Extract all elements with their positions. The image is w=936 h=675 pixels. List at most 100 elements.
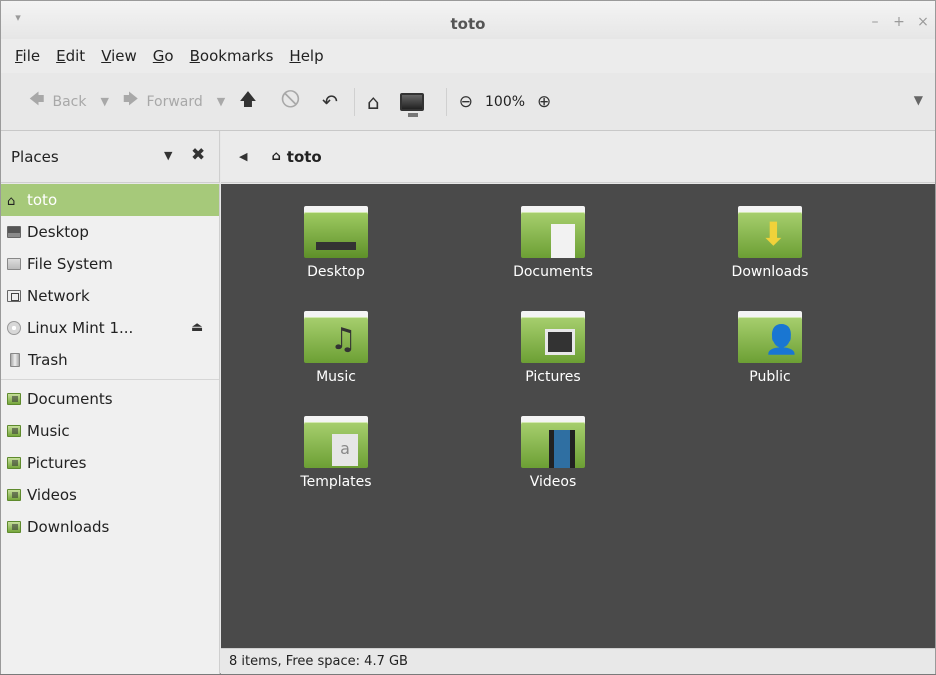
window-controls: – + × <box>869 15 929 29</box>
chevron-down-icon: ▼ <box>216 95 226 108</box>
menu-help[interactable]: Help <box>289 47 323 65</box>
file-label: Videos <box>529 474 577 490</box>
home-icon: ⌂ <box>367 89 380 114</box>
menu-go-label: o <box>164 47 174 65</box>
sidebar-item-label: Music <box>27 422 70 440</box>
up-button[interactable]: 🡅 <box>239 87 256 116</box>
zoom-level[interactable]: 100% <box>485 94 525 110</box>
sidebar-item-music[interactable]: Music <box>1 415 219 447</box>
chevron-down-icon[interactable]: ▼ <box>164 149 172 162</box>
file-item-desktop[interactable]: Desktop <box>266 206 406 280</box>
menu-view-label: iew <box>111 47 137 65</box>
file-item-pictures[interactable]: Pictures <box>483 311 623 385</box>
sidebar-item-documents[interactable]: Documents <box>1 383 219 415</box>
menu-bookmarks[interactable]: Bookmarks <box>190 47 274 65</box>
home-icon: ⌂ <box>271 149 281 164</box>
sidebar-item-label: Downloads <box>27 518 110 536</box>
back-history-dropdown[interactable]: ▼ <box>101 95 109 108</box>
back-button[interactable]: 🡄 Back <box>29 89 87 114</box>
menu-bookmarks-label: ookmarks <box>199 47 274 65</box>
toolbar-separator <box>445 87 447 116</box>
sidebar-places-selector[interactable]: Places <box>11 148 59 166</box>
sidebar-header: Places ▼ ✖ <box>1 131 220 183</box>
computer-icon <box>399 92 424 117</box>
file-label: Desktop <box>307 264 365 280</box>
sidebar-item-file-system[interactable]: File System <box>1 248 219 280</box>
sidebar-item-trash[interactable]: Trash <box>1 344 219 376</box>
breadcrumb-toto[interactable]: ⌂ toto <box>271 148 321 166</box>
status-bar: 8 items, Free space: 4.7 GB <box>221 648 935 674</box>
folder-pictures-icon <box>521 311 585 363</box>
file-item-videos[interactable]: Videos <box>483 416 623 490</box>
file-item-documents[interactable]: Documents <box>483 206 623 280</box>
computer-button[interactable] <box>399 92 424 117</box>
menu-help-label: elp <box>300 47 324 65</box>
menu-go[interactable]: Go <box>153 47 174 65</box>
sidebar-item-label: Trash <box>28 351 68 369</box>
menu-edit[interactable]: Edit <box>56 47 85 65</box>
sidebar-item-label: Documents <box>27 390 113 408</box>
sidebar-item-desktop[interactable]: Desktop <box>1 216 219 248</box>
zoom-out-icon: ⊖ <box>458 91 473 112</box>
title-bar[interactable]: ▾ toto – + × <box>1 1 935 39</box>
back-label: Back <box>52 93 87 110</box>
file-label: Downloads <box>731 264 809 280</box>
sidebar-item-toto[interactable]: ⌂ toto <box>1 184 219 216</box>
sidebar-item-videos[interactable]: Videos <box>1 479 219 511</box>
reload-button[interactable]: ↶ <box>322 91 338 113</box>
file-item-downloads[interactable]: ⬇ Downloads <box>700 206 840 280</box>
zoom-in-button[interactable]: ⊕ <box>537 92 551 112</box>
sidebar-item-linux-mint[interactable]: Linux Mint 1... ⏏ <box>1 312 219 344</box>
sidebar-item-pictures[interactable]: Pictures <box>1 447 219 479</box>
stop-button[interactable]: 🛇 <box>281 86 300 118</box>
folder-music-icon: ♫ <box>304 311 368 363</box>
menu-view-mnemonic: V <box>101 47 112 65</box>
sidebar-item-label: Desktop <box>27 223 89 241</box>
eject-icon[interactable]: ⏏ <box>191 320 203 335</box>
menu-edit-mnemonic: E <box>56 47 66 65</box>
menu-file[interactable]: File <box>15 47 40 65</box>
close-sidebar-icon[interactable]: ✖ <box>191 145 205 165</box>
toolbar-overflow-icon[interactable]: ▼ <box>914 93 923 107</box>
sidebar-item-label: Network <box>27 287 90 305</box>
forward-button[interactable]: 🡆 Forward <box>123 89 203 114</box>
file-manager-window: ▾ toto – + × File Edit View Go Bookmarks… <box>0 0 936 674</box>
sidebar-item-downloads[interactable]: Downloads <box>1 511 219 543</box>
close-icon[interactable]: × <box>917 15 929 29</box>
file-label: Music <box>316 369 356 385</box>
file-item-public[interactable]: 👤 Public <box>700 311 840 385</box>
menu-edit-label: dit <box>65 47 86 65</box>
window-title: toto <box>450 15 486 33</box>
folder-downloads-icon: ⬇ <box>738 206 802 258</box>
menu-file-mnemonic: F <box>15 47 23 65</box>
reload-icon: ↶ <box>322 90 339 113</box>
sidebar-item-label: Videos <box>27 486 77 504</box>
zoom-out-button[interactable]: ⊖ <box>459 92 473 112</box>
folder-icon <box>7 489 21 501</box>
file-item-music[interactable]: ♫ Music <box>266 311 406 385</box>
file-item-templates[interactable]: a Templates <box>266 416 406 490</box>
menu-help-mnemonic: H <box>289 47 301 65</box>
forward-history-dropdown[interactable]: ▼ <box>217 95 225 108</box>
toolbar: 🡄 Back ▼ 🡆 Forward ▼ 🡅 🛇 ↶ ⌂ ⊖ 100% ⊕ ▼ <box>1 73 935 131</box>
sidebar-item-label: Linux Mint 1... <box>27 319 134 337</box>
home-button[interactable]: ⌂ <box>367 90 380 114</box>
folder-icon <box>7 521 21 533</box>
arrow-right-icon: 🡆 <box>122 90 139 108</box>
path-back-icon[interactable]: ◀ <box>239 150 247 163</box>
menu-view[interactable]: View <box>101 47 137 65</box>
sidebar-item-label: Pictures <box>27 454 87 472</box>
sidebar-places: ⌂ toto Desktop File System Network Linux… <box>1 184 220 674</box>
sidebar-item-label: toto <box>27 191 58 209</box>
menu-bar: File Edit View Go Bookmarks Help <box>1 39 935 73</box>
folder-icon <box>7 393 21 405</box>
path-bar: ◀ ⌂ toto <box>221 131 935 183</box>
file-view[interactable]: Desktop Documents ⬇ Downloads ♫ Music Pi… <box>221 184 935 648</box>
minimize-icon[interactable]: – <box>869 15 881 29</box>
folder-documents-icon <box>521 206 585 258</box>
filesystem-icon <box>7 258 21 270</box>
breadcrumb-label: toto <box>286 147 322 166</box>
sidebar-item-network[interactable]: Network <box>1 280 219 312</box>
toolbar-separator <box>354 87 356 116</box>
maximize-icon[interactable]: + <box>893 15 905 29</box>
